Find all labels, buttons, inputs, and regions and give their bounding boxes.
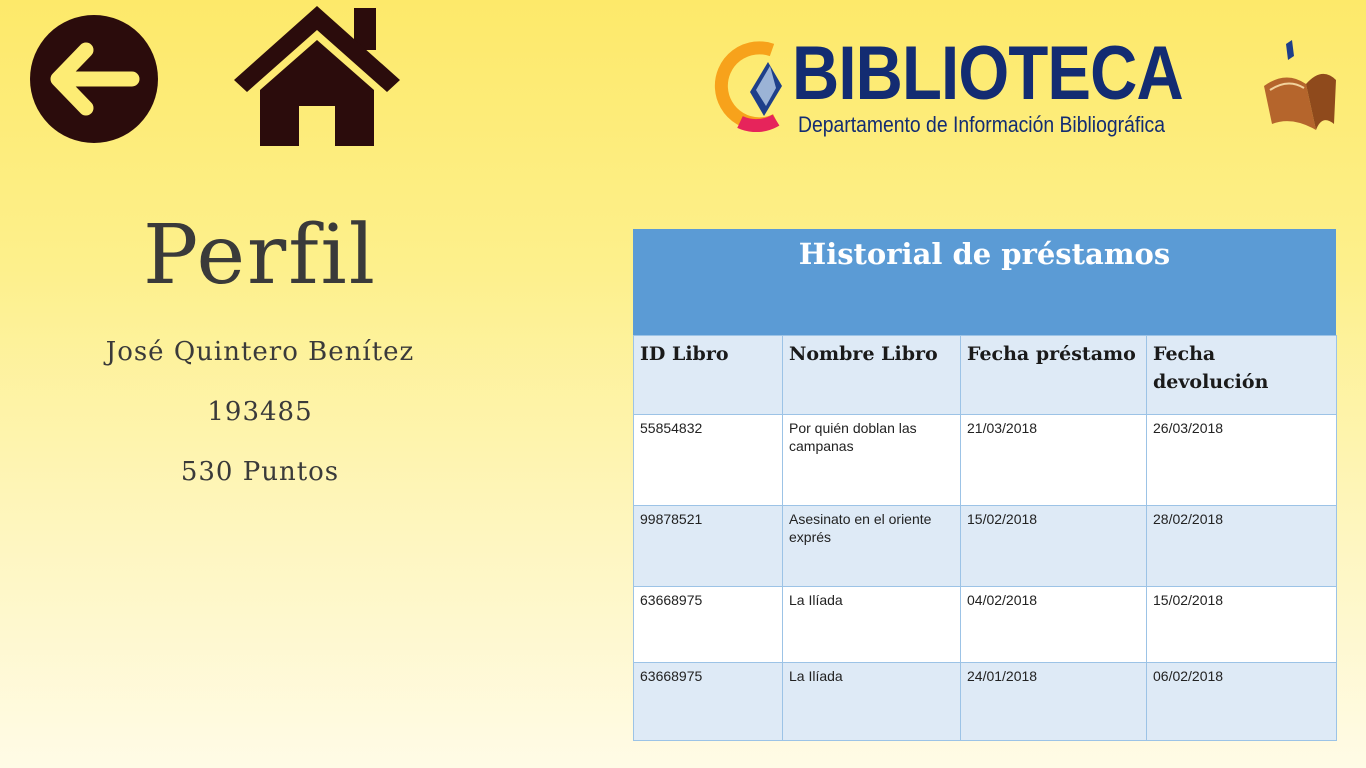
open-book-icon	[1264, 40, 1336, 130]
column-header-name: Nombre Libro	[782, 335, 961, 415]
home-button[interactable]	[232, 6, 402, 148]
cell-name: Asesinato en el oriente exprés	[782, 505, 961, 587]
table-row: 99878521 Asesinato en el oriente exprés …	[633, 505, 1337, 587]
user-name: José Quintero Benítez	[105, 337, 415, 367]
column-header-loan-date: Fecha préstamo	[960, 335, 1147, 415]
biblioteca-logo: BIBLIOTECA Departamento de Información B…	[708, 30, 1348, 140]
user-points: 530 Puntos	[180, 457, 340, 487]
table-header-row: ID Libro Nombre Libro Fecha préstamo Fec…	[633, 335, 1337, 415]
loan-table: ID Libro Nombre Libro Fecha préstamo Fec…	[633, 335, 1337, 741]
column-header-id: ID Libro	[633, 335, 783, 415]
cell-return-date: 06/02/2018	[1146, 662, 1337, 741]
table-title: Historial de préstamos	[633, 229, 1336, 335]
cell-name: Por quién doblan las campanas	[782, 414, 961, 506]
house-icon	[234, 6, 400, 146]
logo-ring-icon	[714, 41, 782, 132]
back-button[interactable]	[28, 14, 161, 144]
cell-loan-date: 21/03/2018	[960, 414, 1147, 506]
cell-id: 63668975	[633, 586, 783, 663]
cell-loan-date: 15/02/2018	[960, 505, 1147, 587]
logo-wordmark: BIBLIOTECA	[792, 31, 1184, 116]
cell-name: La Ilíada	[782, 586, 961, 663]
cell-name: La Ilíada	[782, 662, 961, 741]
arrow-left-circle-icon	[30, 15, 158, 143]
loan-history-table: Historial de préstamos ID Libro Nombre L…	[633, 229, 1337, 741]
cell-return-date: 26/03/2018	[1146, 414, 1337, 506]
cell-loan-date: 04/02/2018	[960, 586, 1147, 663]
table-row: 63668975 La Ilíada 04/02/2018 15/02/2018	[633, 586, 1337, 663]
page-title: Perfil	[142, 208, 378, 303]
cell-id: 55854832	[633, 414, 783, 506]
cell-id: 99878521	[633, 505, 783, 587]
table-row: 63668975 La Ilíada 24/01/2018 06/02/2018	[633, 662, 1337, 741]
user-id: 193485	[207, 397, 313, 427]
cell-loan-date: 24/01/2018	[960, 662, 1147, 741]
column-header-return-date: Fecha devolución	[1146, 335, 1337, 415]
cell-id: 63668975	[633, 662, 783, 741]
table-row: 55854832 Por quién doblan las campanas 2…	[633, 414, 1337, 506]
cell-return-date: 28/02/2018	[1146, 505, 1337, 587]
logo-subtitle: Departamento de Información Bibliográfic…	[798, 112, 1165, 137]
profile-panel: Perfil José Quintero Benítez 193485 530 …	[60, 208, 460, 488]
cell-return-date: 15/02/2018	[1146, 586, 1337, 663]
